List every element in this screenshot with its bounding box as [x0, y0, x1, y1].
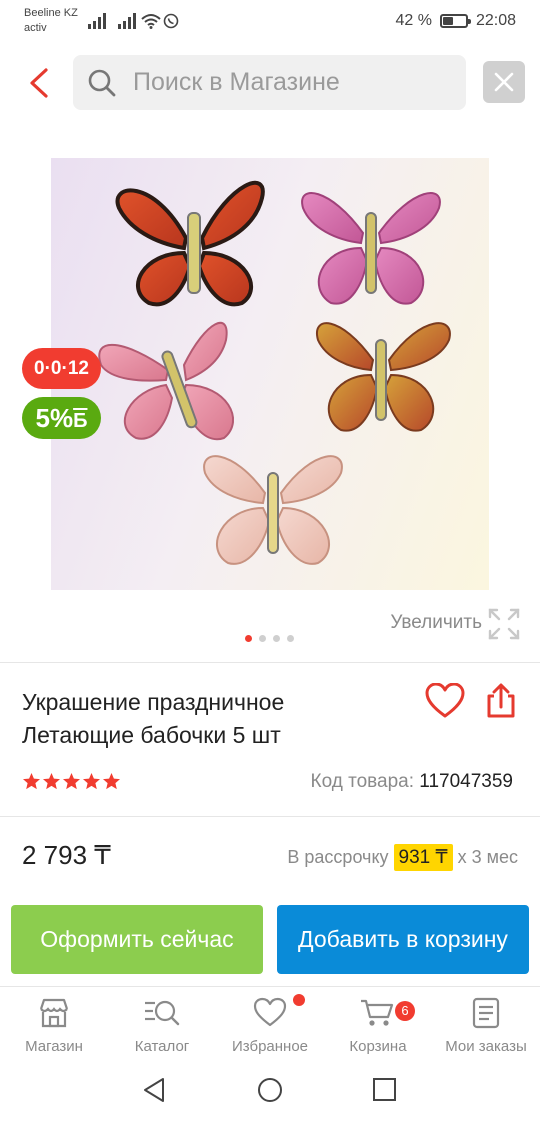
carousel-dot[interactable] — [259, 635, 266, 642]
system-navigation-bar — [0, 1062, 540, 1122]
shop-icon — [39, 998, 69, 1028]
recent-apps-icon[interactable] — [372, 1076, 398, 1104]
search-input[interactable]: Поиск в Магазине — [133, 55, 340, 110]
battery-level — [442, 17, 454, 25]
search-box[interactable]: Поиск в Магазине — [73, 55, 466, 110]
star-icon — [103, 773, 120, 790]
tab-cart[interactable]: Корзина 6 — [324, 997, 432, 1055]
star-icon — [23, 773, 40, 790]
installment-amount: 931 ₸ — [393, 844, 453, 871]
butterflies-illustration — [98, 180, 451, 565]
close-icon — [494, 72, 514, 92]
divider — [0, 816, 540, 817]
installment-badge: 0·0·12 — [22, 348, 101, 389]
star-icon — [83, 773, 100, 790]
add-to-cart-button[interactable]: Добавить в корзину — [277, 905, 529, 974]
carousel-dot[interactable] — [245, 635, 252, 642]
carousel-dot[interactable] — [273, 635, 280, 642]
status-bar: Beeline KZ activ 42 % 22:08 — [0, 0, 540, 44]
carousel-dot[interactable] — [287, 635, 294, 642]
product-title: Украшение праздничное Летающие бабочки 5… — [22, 689, 285, 748]
expand-icon[interactable] — [488, 608, 520, 640]
star-icon — [63, 773, 80, 790]
zoom-link[interactable]: Увеличить — [390, 612, 482, 634]
product-code: Код товара: 117047359 — [310, 771, 513, 792]
clock: 22:08 — [475, 12, 516, 29]
bottom-tab-bar: Магазин Каталог Избранное Корзина 6 Мои … — [0, 986, 540, 1061]
tab-catalog[interactable]: Каталог — [108, 997, 216, 1055]
whatsapp-icon — [163, 13, 179, 29]
orders-icon — [472, 997, 500, 1029]
carrier-name: Beeline KZ activ — [24, 7, 78, 34]
clear-search-button[interactable] — [483, 61, 525, 103]
price: 2 793 ₸ — [22, 840, 111, 870]
heart-icon[interactable] — [425, 683, 465, 719]
back-button[interactable] — [22, 60, 58, 106]
star-icon — [43, 773, 60, 790]
checkout-now-button[interactable]: Оформить сейчас — [11, 905, 263, 974]
heart-icon — [253, 997, 287, 1027]
signal-icon — [88, 13, 106, 29]
back-triangle-icon[interactable] — [141, 1076, 167, 1104]
home-circle-icon[interactable] — [256, 1076, 284, 1104]
divider — [0, 662, 540, 663]
installment-info[interactable]: В рассрочку 931 ₸ х 3 мес — [287, 844, 518, 871]
bonus-badge: 5%Б — [22, 397, 101, 439]
catalog-search-icon — [145, 1000, 180, 1026]
search-icon — [88, 69, 116, 97]
tab-shop[interactable]: Магазин — [0, 997, 108, 1055]
share-icon[interactable] — [485, 683, 517, 719]
rating-stars — [22, 772, 121, 791]
wifi-icon — [141, 14, 161, 29]
product-image[interactable] — [51, 158, 489, 590]
battery-percent: 42 % — [395, 12, 432, 29]
chevron-left-icon — [30, 68, 48, 98]
carousel-dots[interactable] — [245, 635, 294, 642]
cart-count-badge: 6 — [395, 1001, 415, 1021]
tab-my-orders[interactable]: Мои заказы — [432, 997, 540, 1055]
favorites-indicator — [293, 994, 305, 1006]
signal-icon — [118, 13, 136, 29]
cart-icon — [361, 999, 394, 1026]
tab-favorites[interactable]: Избранное — [216, 994, 324, 1055]
battery-icon — [439, 14, 471, 28]
